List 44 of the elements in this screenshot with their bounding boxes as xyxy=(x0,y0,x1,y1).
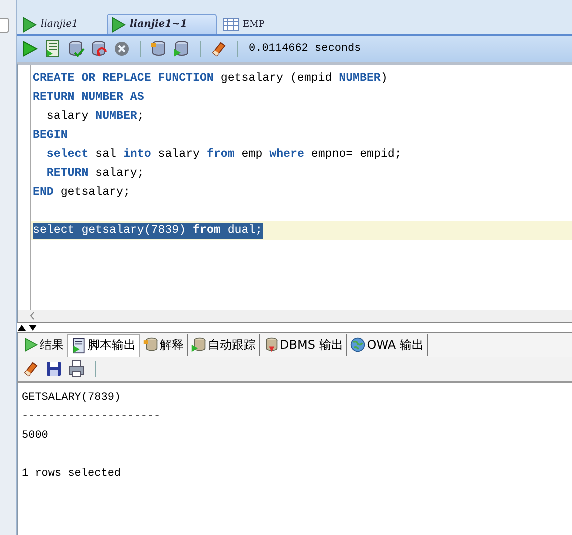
code-line: salary NUMBER; xyxy=(46,108,144,124)
run-icon[interactable] xyxy=(21,40,39,58)
database-run-icon[interactable] xyxy=(173,40,191,58)
code-line: RETURN NUMBER AS xyxy=(33,90,144,106)
output-tab[interactable]: DBMS 输出 xyxy=(260,334,348,356)
output-line: GETSALARY(7839) xyxy=(22,391,122,406)
output-line: --------------------- xyxy=(22,410,162,425)
code-line: select sal into salary from emp where empno= empid; xyxy=(46,146,402,162)
database-icon xyxy=(143,337,159,353)
output-tab[interactable]: OWA 输出 xyxy=(347,334,428,356)
editor-tab[interactable]: lianjie1~1 xyxy=(107,14,217,34)
code-line: BEGIN xyxy=(33,128,68,144)
table-icon xyxy=(223,18,239,31)
eraser-icon[interactable] xyxy=(210,40,228,58)
output-tab[interactable]: 自动跟踪 xyxy=(188,334,260,356)
splitter-arrows-icon[interactable] xyxy=(17,324,39,332)
code-editor[interactable] xyxy=(17,62,572,310)
code-line: CREATE OR REPLACE FUNCTION getsalary (empid NUMBER) xyxy=(33,70,388,86)
run-icon xyxy=(23,337,39,353)
editor-tab[interactable]: EMP xyxy=(217,15,273,34)
code-line: END getsalary; xyxy=(33,184,130,200)
output-line: 5000 xyxy=(22,429,50,444)
code-line: RETURN salary; xyxy=(46,166,144,182)
save-icon[interactable] xyxy=(45,360,63,378)
editor-tab[interactable]: lianjie1 xyxy=(19,15,107,34)
globe-icon xyxy=(350,337,366,353)
output-tab[interactable]: 结果 xyxy=(20,334,67,356)
database-icon[interactable] xyxy=(150,40,168,58)
script-icon xyxy=(71,338,87,354)
database-download-icon xyxy=(263,337,279,353)
output-line: 1 rows selected xyxy=(22,467,122,482)
elapsed-time: 0.0114662 seconds xyxy=(249,43,362,55)
run-icon xyxy=(23,16,37,32)
output-tab[interactable]: 脚本输出 xyxy=(67,334,140,356)
eraser-icon[interactable] xyxy=(22,360,40,378)
output-tab[interactable]: 解释 xyxy=(140,334,188,356)
side-panel-button[interactable] xyxy=(0,18,9,33)
run-icon xyxy=(112,16,126,32)
print-icon[interactable] xyxy=(68,360,86,378)
script-icon[interactable] xyxy=(44,40,62,58)
scroll-left-icon[interactable] xyxy=(30,312,35,320)
commit-icon[interactable] xyxy=(67,40,85,58)
database-run-icon xyxy=(191,337,207,353)
rollback-icon[interactable] xyxy=(90,40,108,58)
